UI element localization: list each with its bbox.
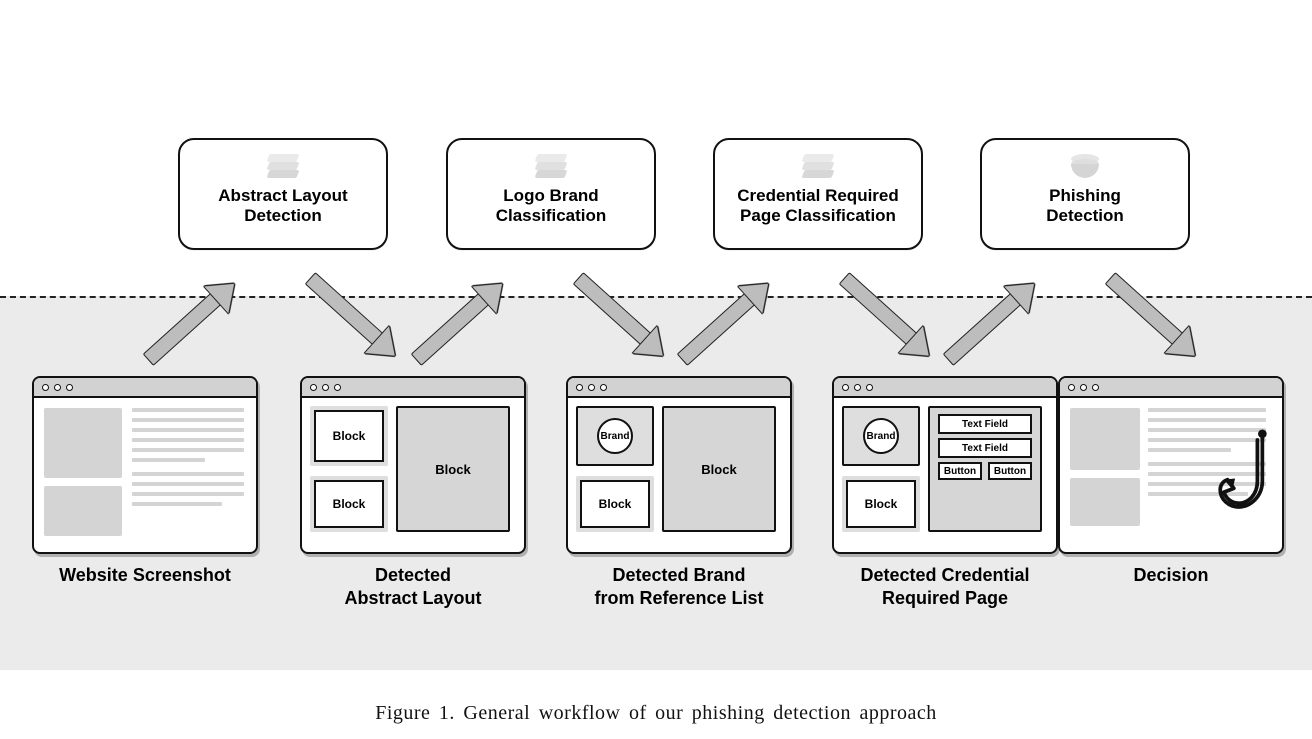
- separator-dashed: [0, 296, 1312, 298]
- process-label: Phishing: [1049, 186, 1121, 205]
- block-label: Block: [435, 462, 470, 477]
- process-label: Detection: [1046, 206, 1123, 225]
- stage-decision: [1058, 376, 1284, 554]
- stage-caption: DetectedAbstract Layout: [293, 564, 533, 609]
- process-label: Logo Brand: [503, 186, 598, 205]
- layers-icon: [188, 150, 378, 184]
- stage-abstract-layout: Block Block Block: [300, 376, 526, 554]
- browser-chrome: [302, 378, 524, 398]
- block-label: Block: [599, 497, 632, 511]
- layers-icon: [456, 150, 646, 184]
- browser-chrome: [834, 378, 1056, 398]
- stage-caption: Website Screenshot: [25, 564, 265, 587]
- process-label: Page Classification: [740, 206, 896, 225]
- stage-detected-brand: Brand Block Block: [566, 376, 792, 554]
- fishhook-icon: [1214, 416, 1276, 526]
- brand-label: Brand: [601, 431, 630, 442]
- stage-caption: Detected CredentialRequired Page: [825, 564, 1065, 609]
- process-phishing-detection: PhishingDetection: [980, 138, 1190, 250]
- block-label: Block: [865, 497, 898, 511]
- stage-credential-page: Brand Block Text Field Text Field Button…: [832, 376, 1058, 554]
- brand-label: Brand: [867, 431, 896, 442]
- database-icon: [990, 150, 1180, 184]
- block-label: Block: [701, 462, 736, 477]
- layers-icon: [723, 150, 913, 184]
- browser-chrome: [568, 378, 790, 398]
- figure-caption: Figure 1. General workflow of our phishi…: [0, 702, 1312, 725]
- text-field-label: Text Field: [962, 419, 1008, 430]
- block-label: Block: [333, 497, 366, 511]
- process-label: Abstract Layout: [218, 186, 347, 205]
- process-label: Credential Required: [737, 186, 899, 205]
- process-credential-page: Credential RequiredPage Classification: [713, 138, 923, 250]
- button-label: Button: [994, 466, 1026, 477]
- text-field-label: Text Field: [962, 443, 1008, 454]
- process-label: Classification: [496, 206, 607, 225]
- block-label: Block: [333, 429, 366, 443]
- button-label: Button: [944, 466, 976, 477]
- process-label: Detection: [244, 206, 321, 225]
- stage-website-screenshot: [32, 376, 258, 554]
- stage-caption: Detected Brandfrom Reference List: [559, 564, 799, 609]
- stage-caption: Decision: [1051, 564, 1291, 587]
- browser-chrome: [1060, 378, 1282, 398]
- process-abstract-layout: Abstract LayoutDetection: [178, 138, 388, 250]
- browser-chrome: [34, 378, 256, 398]
- process-logo-brand: Logo BrandClassification: [446, 138, 656, 250]
